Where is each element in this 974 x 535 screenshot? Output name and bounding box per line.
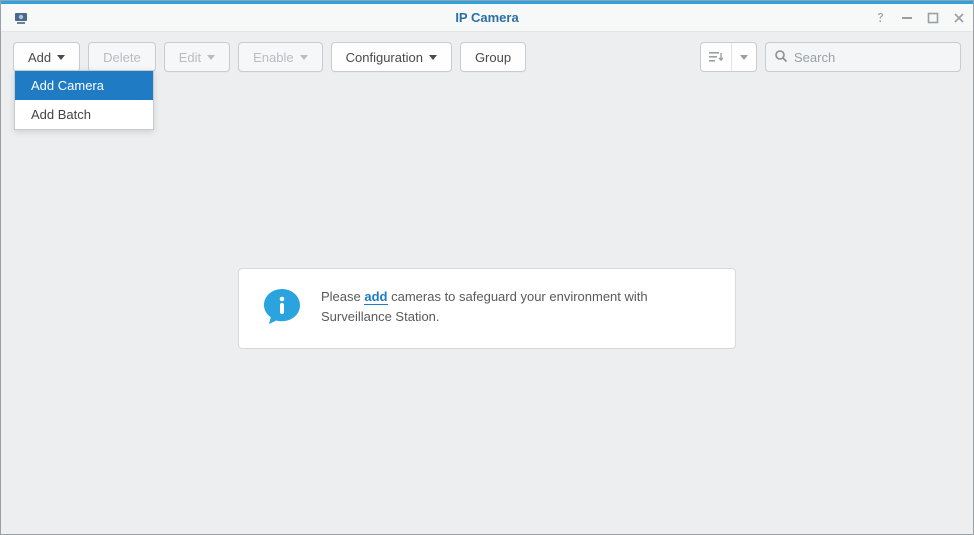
delete-button: Delete [88, 42, 156, 72]
titlebar: IP Camera [1, 4, 973, 32]
group-button[interactable]: Group [460, 42, 526, 72]
info-icon [261, 287, 303, 330]
sort-button[interactable] [700, 42, 757, 72]
add-button-label: Add [28, 50, 51, 65]
configuration-button-label: Configuration [346, 50, 423, 65]
search-box[interactable] [765, 42, 961, 72]
add-button[interactable]: Add [13, 42, 80, 72]
maximize-icon[interactable] [927, 12, 939, 24]
configuration-button[interactable]: Configuration [331, 42, 452, 72]
delete-button-label: Delete [103, 50, 141, 65]
search-input[interactable] [794, 50, 952, 65]
enable-button-label: Enable [253, 50, 293, 65]
help-icon[interactable] [875, 12, 887, 24]
empty-text-prefix: Please [321, 289, 364, 304]
edit-button: Edit [164, 42, 230, 72]
caret-icon [731, 43, 756, 71]
window-title: IP Camera [455, 10, 518, 25]
enable-button: Enable [238, 42, 322, 72]
caret-icon [300, 55, 308, 60]
sort-lines-icon [701, 43, 731, 71]
empty-text-suffix1: cameras to safeguard your environment wi… [388, 289, 648, 304]
empty-state-message: Please add cameras to safeguard your env… [321, 287, 648, 329]
edit-button-label: Edit [179, 50, 201, 65]
empty-state-card: Please add cameras to safeguard your env… [238, 268, 736, 349]
empty-text-line2: Surveillance Station. [321, 309, 440, 324]
close-icon[interactable] [953, 12, 965, 24]
app-icon [13, 10, 29, 26]
caret-icon [429, 55, 437, 60]
search-icon [774, 49, 788, 66]
group-button-label: Group [475, 50, 511, 65]
caret-icon [57, 55, 65, 60]
minimize-icon[interactable] [901, 12, 913, 24]
caret-icon [207, 55, 215, 60]
app-window: IP Camera Add Delete Edit [0, 0, 974, 535]
content-area: Please add cameras to safeguard your env… [1, 82, 973, 534]
add-link[interactable]: add [364, 289, 387, 305]
